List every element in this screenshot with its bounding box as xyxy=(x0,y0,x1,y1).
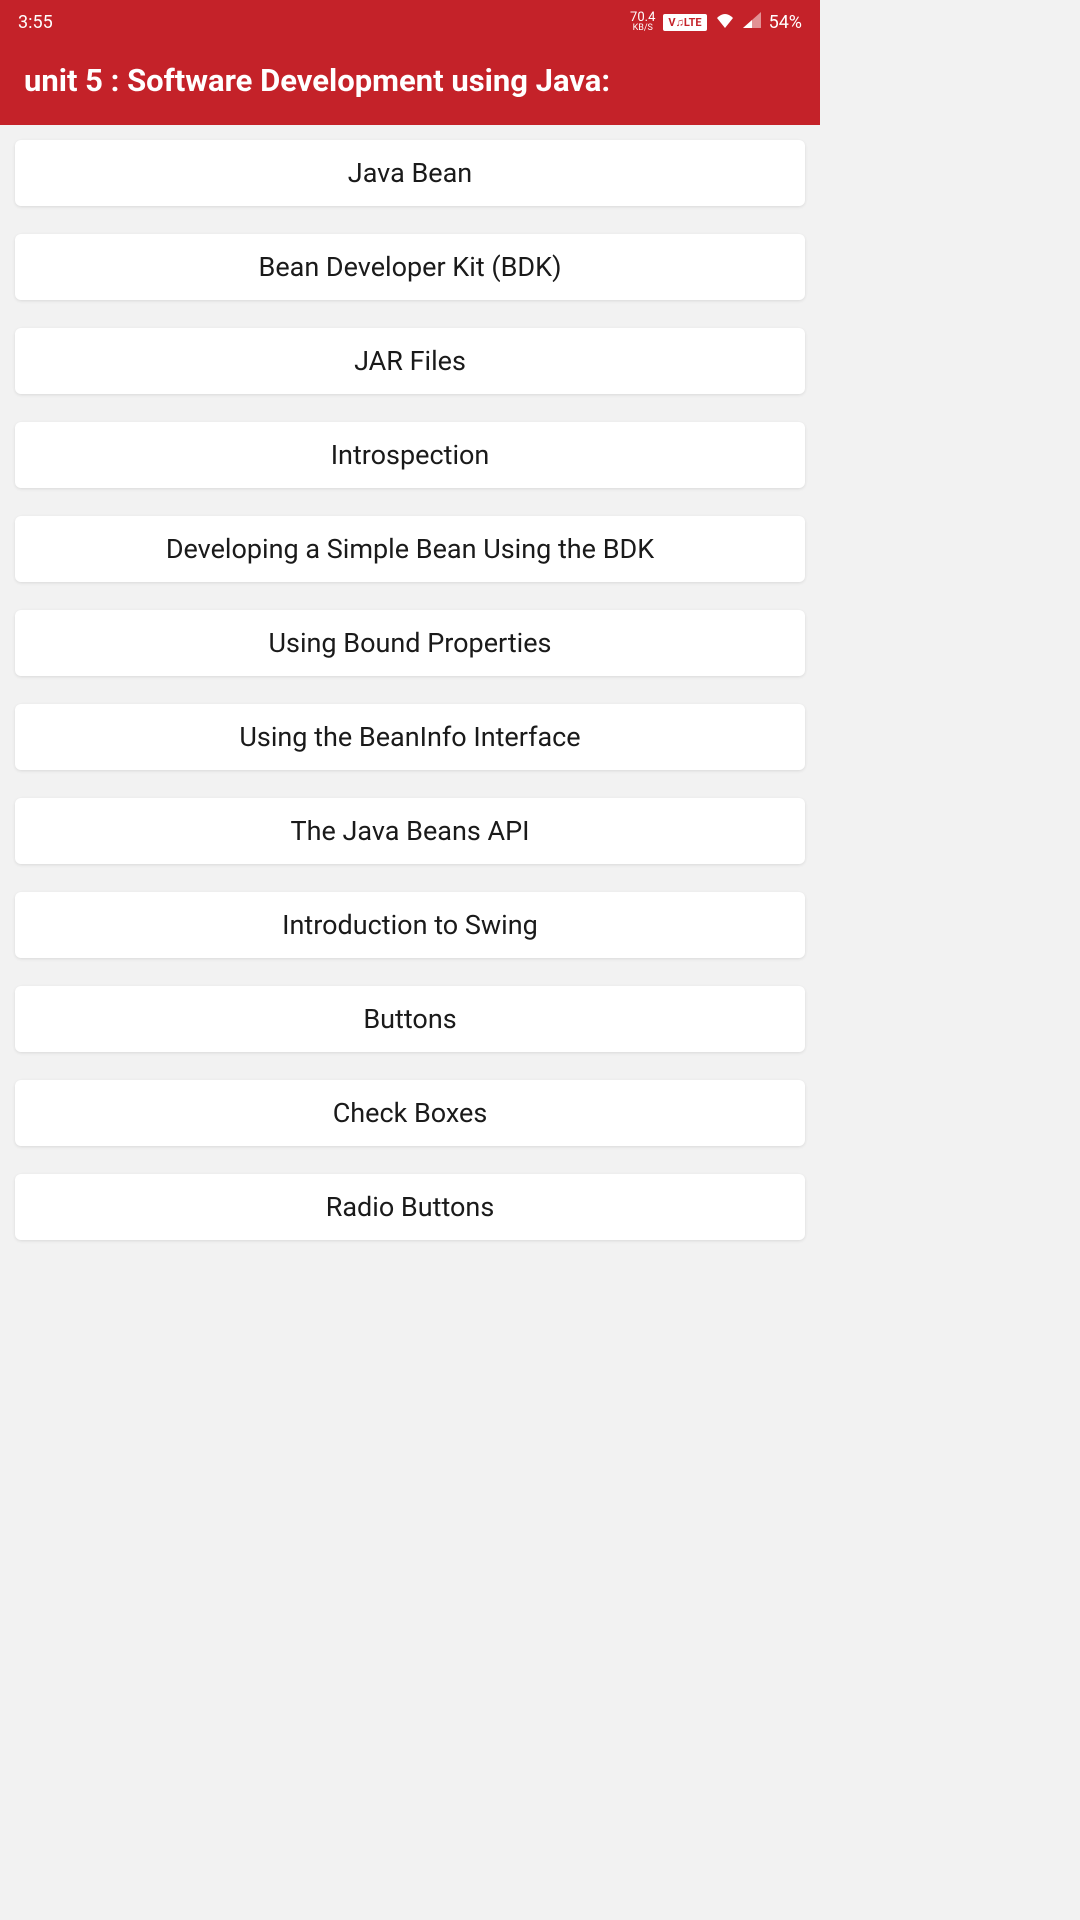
topic-item-check-boxes[interactable]: Check Boxes xyxy=(15,1080,805,1146)
topic-label: Using the BeanInfo Interface xyxy=(239,721,580,753)
topic-label: Introduction to Swing xyxy=(282,909,538,941)
topic-label: Buttons xyxy=(363,1003,456,1035)
topic-item-bound-properties[interactable]: Using Bound Properties xyxy=(15,610,805,676)
status-time: 3:55 xyxy=(18,12,53,33)
topic-label: Using Bound Properties xyxy=(269,627,552,659)
topic-label: Java Bean xyxy=(348,157,472,189)
topic-item-jar-files[interactable]: JAR Files xyxy=(15,328,805,394)
topic-label: Check Boxes xyxy=(333,1097,488,1129)
topic-item-java-bean[interactable]: Java Bean xyxy=(15,140,805,206)
topic-item-radio-buttons[interactable]: Radio Buttons xyxy=(15,1174,805,1240)
topic-label: The Java Beans API xyxy=(290,815,529,847)
signal-icon xyxy=(743,12,761,33)
net-speed: 70.4 KB/S xyxy=(630,11,655,33)
app-header: unit 5 : Software Development using Java… xyxy=(0,44,820,125)
topic-item-swing[interactable]: Introduction to Swing xyxy=(15,892,805,958)
topic-label: Developing a Simple Bean Using the BDK xyxy=(166,533,654,565)
volte-badge: V♫LTE xyxy=(663,14,706,31)
topic-label: Introspection xyxy=(331,439,490,471)
topic-label: JAR Files xyxy=(354,345,466,377)
topic-item-beans-api[interactable]: The Java Beans API xyxy=(15,798,805,864)
topic-item-bdk[interactable]: Bean Developer Kit (BDK) xyxy=(15,234,805,300)
net-speed-unit: KB/S xyxy=(633,24,653,33)
topic-label: Bean Developer Kit (BDK) xyxy=(259,251,562,283)
battery-percentage: 54% xyxy=(769,12,802,33)
topic-item-simple-bean[interactable]: Developing a Simple Bean Using the BDK xyxy=(15,516,805,582)
topic-list: Java Bean Bean Developer Kit (BDK) JAR F… xyxy=(0,125,820,1283)
topic-item-introspection[interactable]: Introspection xyxy=(15,422,805,488)
page-title: unit 5 : Software Development using Java… xyxy=(24,62,796,99)
status-bar: 3:55 70.4 KB/S V♫LTE 54% xyxy=(0,0,820,44)
topic-item-buttons[interactable]: Buttons xyxy=(15,986,805,1052)
status-right: 70.4 KB/S V♫LTE 54% xyxy=(630,11,802,33)
topic-item-beaninfo[interactable]: Using the BeanInfo Interface xyxy=(15,704,805,770)
topic-label: Radio Buttons xyxy=(326,1191,495,1223)
wifi-icon xyxy=(715,12,735,33)
